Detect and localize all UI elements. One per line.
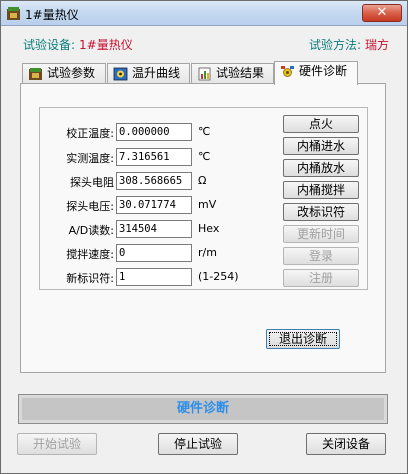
probe-voltage-field[interactable]: 30.071774 <box>116 196 192 214</box>
measured-temp-field[interactable]: 7.316561 <box>116 148 192 166</box>
probe-resistance-unit: Ω <box>198 174 207 187</box>
ignite-button[interactable]: 点火 <box>283 115 359 133</box>
hardware-diagnostics-panel: 校正温度: 0.000000 ℃ 实测温度: 7.316561 ℃ 探头电阻 3… <box>20 83 386 373</box>
tab-test-result[interactable]: 试验结果 <box>191 63 274 84</box>
window-title: 1#量热仪 <box>25 8 79 22</box>
calib-temp-label: 校正温度: <box>66 127 114 140</box>
tab-hardware-diag[interactable]: 硬件诊断 <box>274 61 358 85</box>
exit-diagnostics-button[interactable]: 退出诊断 <box>266 329 340 349</box>
method-info: 试验方法: 瑞方 <box>309 36 389 53</box>
focus-ring <box>269 332 337 346</box>
tab-label: 试验参数 <box>47 66 96 80</box>
close-device-button[interactable]: 关闭设备 <box>306 433 386 455</box>
inner-bucket-drain-button[interactable]: 内桶放水 <box>283 159 359 177</box>
measured-temp-unit: ℃ <box>198 150 211 163</box>
new-id-unit: (1-254) <box>198 270 239 283</box>
new-id-field[interactable]: 1 <box>116 268 192 286</box>
probe-resistance-field[interactable]: 308.568665 <box>116 172 192 190</box>
login-button[interactable]: 登录 <box>283 247 359 265</box>
calib-temp-field[interactable]: 0.000000 <box>116 123 192 141</box>
chart-icon <box>113 67 128 81</box>
change-id-button[interactable]: 改标识符 <box>283 203 359 221</box>
tab-label: 硬件诊断 <box>299 64 348 78</box>
start-test-button[interactable]: 开始试验 <box>17 433 97 455</box>
ad-reading-unit: Hex <box>198 222 220 235</box>
tab-test-params[interactable]: 试验参数 <box>22 63 106 84</box>
tab-label: 试验结果 <box>216 66 265 80</box>
probe-resistance-label: 探头电阻 <box>70 176 114 189</box>
status-panel: 硬件诊断 <box>18 394 388 424</box>
ad-reading-label: A/D读数: <box>68 224 114 237</box>
method-value: 瑞方 <box>364 38 389 52</box>
diagnostics-group: 校正温度: 0.000000 ℃ 实测温度: 7.316561 ℃ 探头电阻 3… <box>39 107 368 290</box>
result-icon <box>198 67 211 81</box>
main-window: 1#量热仪 ✕ 试验设备: 1#量热仪 试验方法: 瑞方 试验参数 温升曲线 试… <box>0 0 408 474</box>
tab-label: 温升曲线 <box>132 66 181 80</box>
device-label: 试验设备: <box>23 38 76 52</box>
method-label: 试验方法: <box>308 38 361 52</box>
register-button[interactable]: 注册 <box>283 269 359 287</box>
measured-temp-label: 实测温度: <box>66 152 114 165</box>
gear-icon <box>29 68 42 80</box>
device-info: 试验设备: 1#量热仪 <box>23 36 133 53</box>
tab-temp-curve[interactable]: 温升曲线 <box>107 63 190 84</box>
inner-bucket-fill-button[interactable]: 内桶进水 <box>283 137 359 155</box>
status-bar: 硬件诊断 <box>22 398 384 420</box>
inner-bucket-stir-button[interactable]: 内桶搅拌 <box>283 181 359 199</box>
hardware-icon <box>281 66 294 77</box>
stop-test-button[interactable]: 停止试验 <box>158 433 238 455</box>
stir-speed-unit: r/m <box>198 246 217 259</box>
app-icon <box>7 7 20 20</box>
close-button[interactable]: ✕ <box>362 4 402 22</box>
probe-voltage-unit: mV <box>198 198 217 211</box>
title-bar[interactable]: 1#量热仪 ✕ <box>1 1 407 26</box>
device-value: 1#量热仪 <box>79 38 133 52</box>
ad-reading-field[interactable]: 314504 <box>116 220 192 238</box>
stir-speed-label: 搅拌速度: <box>66 248 114 261</box>
update-time-button[interactable]: 更新时间 <box>283 225 359 243</box>
probe-voltage-label: 探头电压: <box>66 200 114 213</box>
calib-temp-unit: ℃ <box>198 125 211 138</box>
new-id-label: 新标识符: <box>66 272 114 285</box>
stir-speed-field[interactable]: 0 <box>116 244 192 262</box>
